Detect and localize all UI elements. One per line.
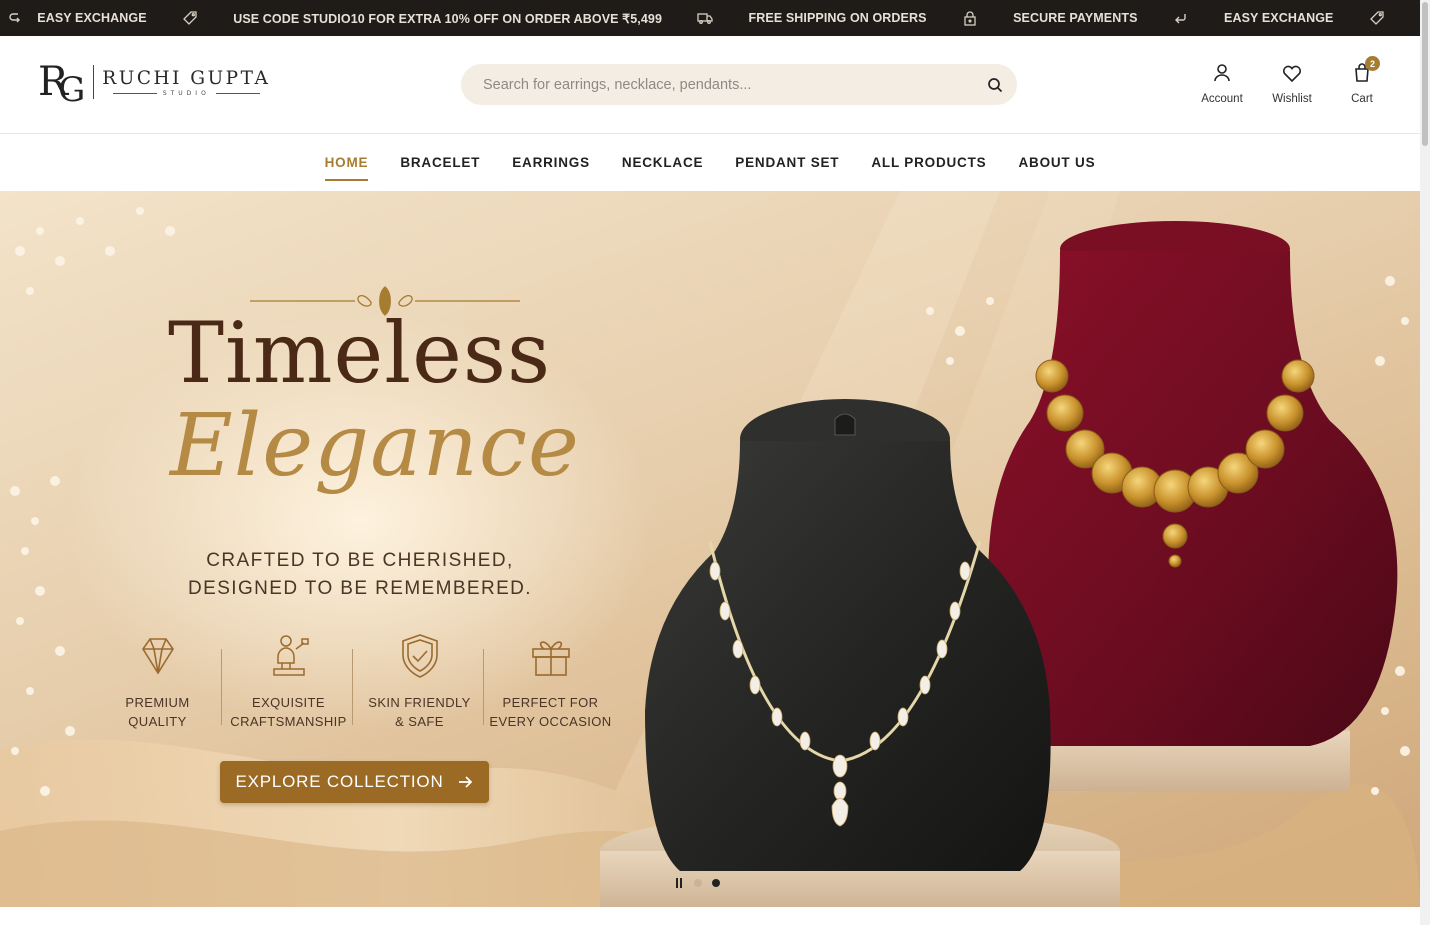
user-icon [1214, 64, 1230, 82]
header-actions: Account Wishlist 2 Cart [1200, 56, 1384, 105]
hero-title: Timeless [168, 304, 552, 402]
logo-subtitle: STUDIO [112, 90, 260, 97]
diamond-icon [141, 638, 174, 675]
hero-tagline-line-2: DESIGNED TO BE REMEMBERED. [188, 578, 532, 599]
page: EASY EXCHANGE USE CODE STUDIO10 FOR EXTR… [0, 0, 1430, 925]
return-icon [1138, 0, 1225, 36]
wishlist-label: Wishlist [1272, 93, 1312, 105]
cta-label: EXPLORE COLLECTION [235, 772, 444, 791]
slider-controls [676, 878, 720, 888]
search-bar [461, 64, 1017, 105]
feature-label: PERFECT FOR EVERY OCCASION [489, 695, 612, 729]
logo-wordmark: RUCHI GUPTA STUDIO [102, 68, 270, 97]
wishlist-button[interactable]: Wishlist [1270, 62, 1314, 105]
return-icon [0, 0, 37, 36]
nav-item-pendant-set[interactable]: PENDANT SET [735, 149, 839, 176]
scrollbar-thumb[interactable] [1422, 2, 1428, 146]
cart-button[interactable]: 2 Cart [1340, 56, 1384, 105]
search-button[interactable] [973, 64, 1017, 105]
feature-list: PREMIUM QUALITY EXQUISITE CRAFTSMANSHIP … [92, 631, 616, 731]
account-label: Account [1201, 93, 1243, 105]
nav-item-necklace[interactable]: NECKLACE [622, 149, 703, 176]
slider-dot[interactable] [694, 879, 702, 887]
pause-icon[interactable] [676, 878, 684, 888]
announcement-item: USE CODE STUDIO10 FOR EXTRA 10% OFF ON O… [233, 11, 663, 26]
announcement-bar: EASY EXCHANGE USE CODE STUDIO10 FOR EXTR… [0, 0, 1420, 36]
cart-label: Cart [1351, 93, 1373, 105]
account-button[interactable]: Account [1200, 62, 1244, 105]
logo-monogram: RG [38, 59, 85, 110]
nav-item-home[interactable]: HOME [324, 149, 369, 181]
gift-icon [531, 641, 570, 676]
explore-collection-button[interactable]: EXPLORE COLLECTION [220, 761, 489, 803]
artisan-icon [272, 635, 309, 676]
feature-craftsmanship: EXQUISITE CRAFTSMANSHIP [221, 631, 354, 731]
hero-tagline-line-1: CRAFTED TO BE CHERISHED, [206, 550, 514, 571]
main-nav: HOME BRACELET EARRINGS NECKLACE PENDANT … [0, 134, 1420, 191]
announcement-track: EASY EXCHANGE USE CODE STUDIO10 FOR EXTR… [0, 0, 1420, 36]
lock-icon [927, 0, 1014, 36]
feature-every-occasion: PERFECT FOR EVERY OCCASION [483, 631, 616, 731]
hero-banner: Timeless Elegance CRAFTED TO BE CHERISHE… [0, 191, 1420, 907]
announcement-item: EASY EXCHANGE [37, 11, 147, 25]
tag-icon [1333, 0, 1420, 36]
announcement-item: EASY EXCHANGE [1224, 11, 1334, 25]
nav-item-earrings[interactable]: EARRINGS [512, 149, 590, 176]
announcement-item: SECURE PAYMENTS [1013, 11, 1138, 25]
tag-icon [147, 0, 234, 36]
logo-divider [93, 65, 95, 99]
slider-dot-active[interactable] [712, 879, 720, 887]
nav-item-bracelet[interactable]: BRACELET [400, 149, 480, 176]
truck-icon [662, 0, 749, 36]
page-scrollbar[interactable] [1420, 0, 1430, 925]
search-icon [988, 77, 1003, 92]
brand-logo[interactable]: RG RUCHI GUPTA STUDIO [38, 59, 270, 110]
announcement-item: FREE SHIPPING ON ORDERS [748, 11, 927, 25]
page-below-fold [0, 907, 1420, 925]
nav-item-all-products[interactable]: ALL PRODUCTS [871, 149, 986, 176]
shield-check-icon [401, 634, 438, 678]
site-header: RG RUCHI GUPTA STUDIO Account Wishlist [0, 36, 1420, 134]
cart-count-badge: 2 [1365, 56, 1380, 71]
feature-premium-quality: PREMIUM QUALITY [92, 631, 223, 731]
feature-label: PREMIUM QUALITY [125, 695, 190, 729]
nav-item-about-us[interactable]: ABOUT US [1018, 149, 1095, 176]
logo-name: RUCHI GUPTA [102, 67, 271, 89]
feature-label: EXQUISITE CRAFTSMANSHIP [230, 695, 347, 729]
heart-icon [1282, 65, 1302, 83]
hero-tagline: CRAFTED TO BE CHERISHED, DESIGNED TO BE … [160, 547, 560, 603]
feature-skin-friendly: SKIN FRIENDLY & SAFE [352, 631, 485, 731]
search-input[interactable] [461, 76, 973, 93]
arrow-right-icon [458, 776, 472, 788]
feature-label: SKIN FRIENDLY & SAFE [368, 695, 471, 729]
hero-script-title: Elegance [170, 396, 580, 496]
